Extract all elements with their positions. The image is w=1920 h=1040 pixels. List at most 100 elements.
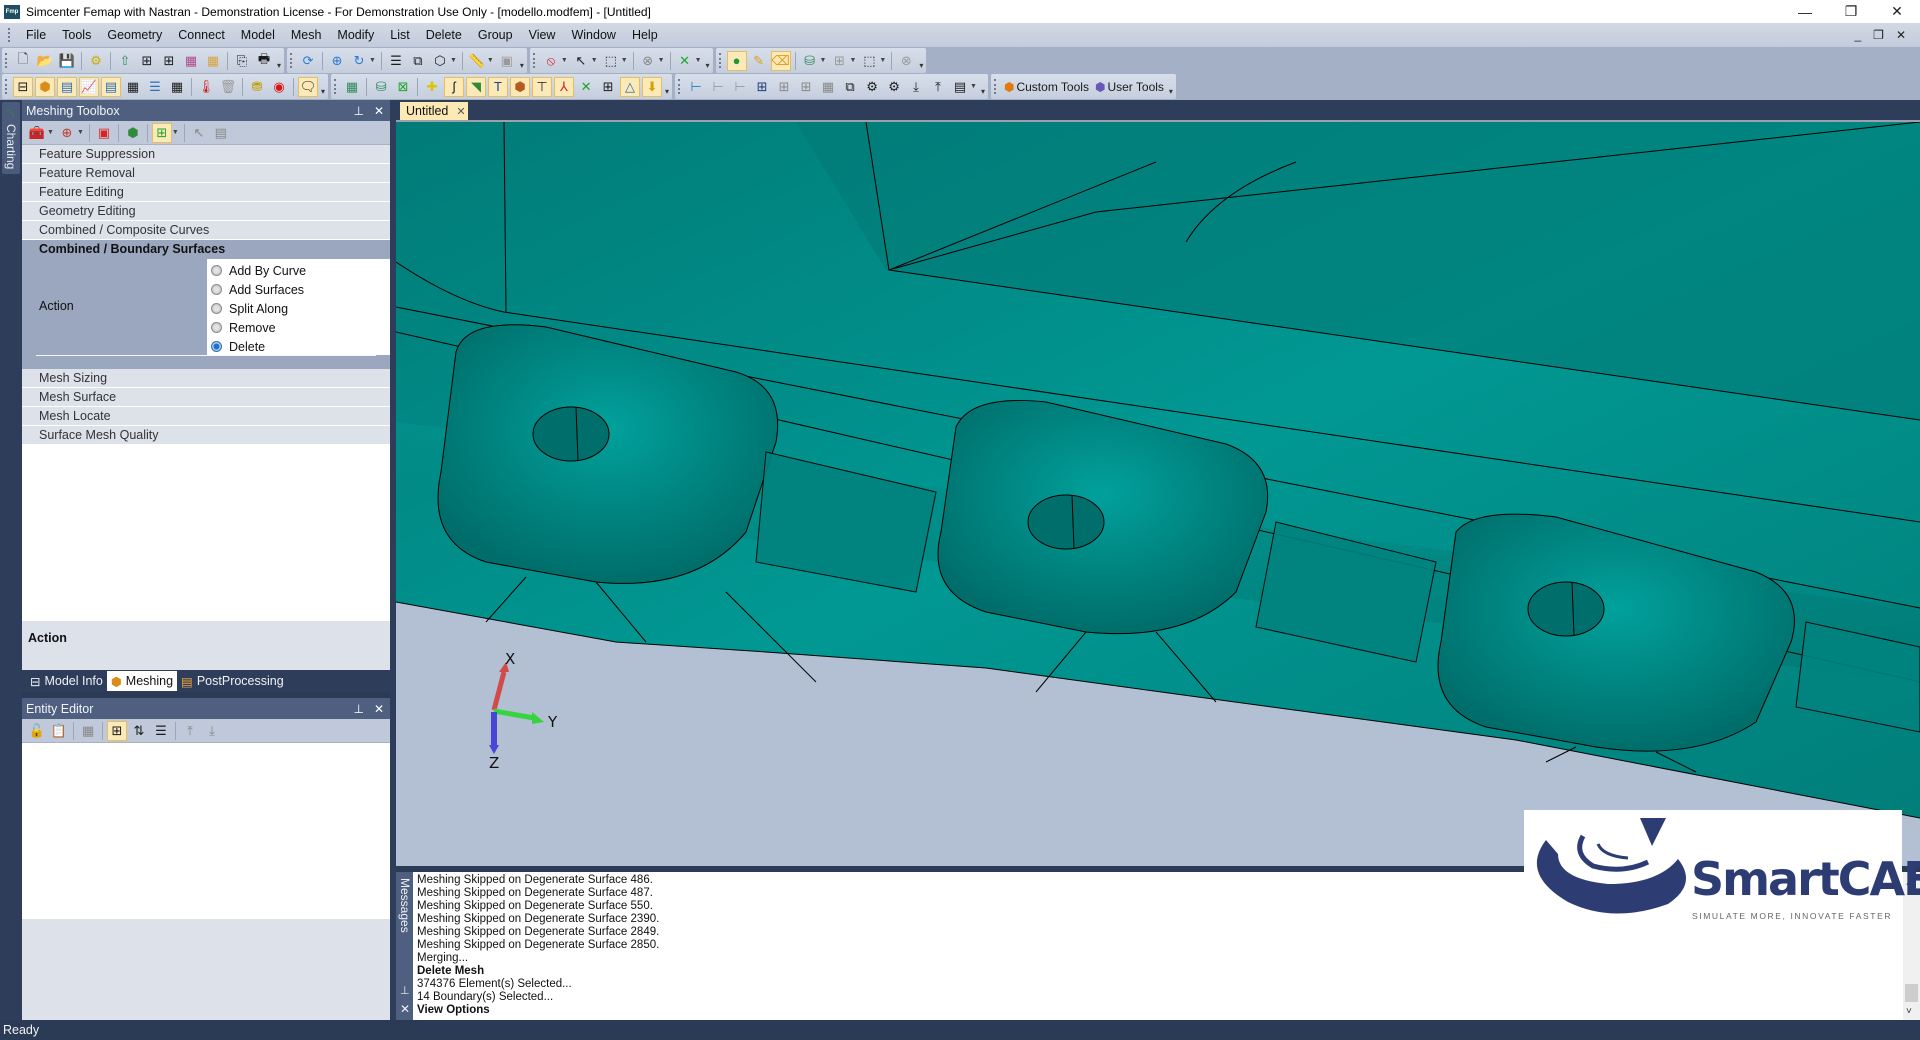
chevron-down-icon[interactable]: ▼ bbox=[47, 129, 54, 136]
pin-icon[interactable]: ⊥ bbox=[353, 104, 363, 118]
open-folder-icon[interactable]: 📂 bbox=[35, 51, 55, 71]
charting-tab[interactable]: 〽 Charting bbox=[2, 102, 20, 174]
view-style-cube-icon[interactable]: ⬡ bbox=[430, 51, 450, 71]
grid-edit-icon[interactable]: ⊞ bbox=[829, 51, 849, 71]
save-folder-icon[interactable]: ⤓ bbox=[202, 721, 222, 741]
charting-icon[interactable]: 📈 bbox=[79, 76, 99, 97]
import-geometry-icon[interactable]: ⇧ bbox=[115, 51, 135, 71]
file-folder-results-icon[interactable]: ▦ bbox=[203, 51, 223, 71]
mesh-delete-icon[interactable]: ⊠ bbox=[393, 77, 413, 97]
tab-postprocessing[interactable]: ▤ PostProcessing bbox=[177, 671, 288, 691]
dotted-box-edit-icon[interactable]: ⬚ bbox=[859, 51, 879, 71]
radio-add-surfaces[interactable]: Add Surfaces bbox=[207, 280, 390, 299]
mdi-restore-button[interactable]: ❐ bbox=[1873, 28, 1884, 42]
window-settings-2-icon[interactable]: ⚙ bbox=[884, 77, 904, 97]
section-feature-suppression[interactable]: Feature Suppression bbox=[22, 145, 390, 164]
print-icon[interactable]: 🖶 bbox=[254, 51, 274, 71]
calculator-icon[interactable]: ▦ bbox=[78, 721, 98, 741]
menu-geometry[interactable]: Geometry bbox=[99, 23, 170, 47]
toolbox-add-icon[interactable]: ⊕ bbox=[57, 123, 77, 143]
tab-meshing[interactable]: ⬢ Meshing bbox=[106, 671, 178, 691]
record-icon[interactable]: ◉ bbox=[269, 77, 289, 97]
chevron-down-icon[interactable]: ▼ bbox=[369, 57, 376, 64]
align-icon[interactable]: ⊢ bbox=[686, 77, 706, 97]
select-pointer-icon[interactable]: ↖ bbox=[571, 51, 591, 71]
menu-window[interactable]: Window bbox=[563, 23, 623, 47]
section-mesh-locate[interactable]: Mesh Locate bbox=[22, 407, 390, 426]
minimize-button[interactable]: — bbox=[1782, 0, 1828, 23]
clipboard-icon[interactable]: 📋 bbox=[49, 721, 69, 741]
radio-button-selected[interactable] bbox=[211, 341, 222, 352]
section-geometry-editing[interactable]: Geometry Editing bbox=[22, 202, 390, 221]
scrollbar-thumb[interactable] bbox=[1905, 984, 1918, 1002]
select-none-icon[interactable]: ⦸ bbox=[541, 51, 561, 71]
align-disabled-2-icon[interactable]: ⊢ bbox=[730, 77, 750, 97]
section-feature-removal[interactable]: Feature Removal bbox=[22, 164, 390, 183]
align-disabled-icon[interactable]: ⊢ bbox=[708, 77, 728, 97]
radio-button[interactable] bbox=[211, 322, 222, 333]
volume-mesh-icon[interactable]: ⬢ bbox=[510, 76, 531, 97]
zoom-window-icon[interactable]: ⊕ bbox=[327, 51, 347, 71]
menu-connect[interactable]: Connect bbox=[170, 23, 233, 47]
toolbar-overflow-icon[interactable]: ▾ bbox=[665, 87, 669, 99]
cross-green-icon[interactable]: ✕ bbox=[576, 77, 596, 97]
toolbar-overflow-icon[interactable]: ▾ bbox=[981, 87, 985, 99]
radio-button[interactable] bbox=[211, 284, 222, 295]
entity-display-icon[interactable]: ▣ bbox=[497, 51, 517, 71]
select-list-icon[interactable]: ▤ bbox=[211, 123, 231, 143]
toolbar-overflow-icon[interactable]: ▾ bbox=[706, 61, 710, 73]
pin-icon[interactable]: ⊥ bbox=[353, 702, 363, 716]
tile-views-3-icon[interactable]: ▦ bbox=[818, 77, 838, 97]
custom-tools-button[interactable]: ⬢ Custom Tools bbox=[1001, 77, 1092, 97]
section-feature-editing[interactable]: Feature Editing bbox=[22, 183, 390, 202]
curve-mesh-icon[interactable]: ʃ bbox=[444, 76, 465, 97]
measure-ruler-icon[interactable]: 📏 bbox=[467, 51, 487, 71]
menu-file[interactable]: File bbox=[18, 23, 54, 47]
solid-edit-icon[interactable]: ⛁ bbox=[800, 51, 820, 71]
new-window-icon[interactable]: ⧉ bbox=[840, 77, 860, 97]
mesh-control-icon[interactable]: △ bbox=[620, 76, 641, 97]
messages-icon[interactable]: 🗨 bbox=[298, 76, 318, 97]
thermal-icon[interactable]: 🌡 bbox=[196, 77, 216, 97]
mdi-close-button[interactable]: ✕ bbox=[1896, 28, 1906, 42]
tab-model-info[interactable]: ⊟ Model Info bbox=[26, 671, 107, 691]
coord-system-icon[interactable]: ⅄ bbox=[554, 76, 575, 97]
close-icon[interactable]: ✕ bbox=[374, 702, 384, 716]
regenerate-icon[interactable]: ⟳ bbox=[298, 51, 318, 71]
tile-views-2-icon[interactable]: ⊞ bbox=[796, 77, 816, 97]
expand-all-icon[interactable]: ☰ bbox=[151, 721, 171, 741]
toolbox-icon[interactable]: 🧰 bbox=[27, 123, 47, 143]
chevron-down-icon[interactable]: ▼ bbox=[172, 129, 179, 136]
section-combined-composite-curves[interactable]: Combined / Composite Curves bbox=[22, 221, 390, 240]
text-icon[interactable]: T bbox=[488, 76, 509, 97]
toolbar-overflow-icon[interactable]: ▾ bbox=[520, 61, 524, 73]
toolbar-grip[interactable] bbox=[334, 79, 337, 94]
window-settings-icon[interactable]: ⚙ bbox=[862, 77, 882, 97]
properties-icon[interactable]: ▤ bbox=[950, 77, 970, 97]
menu-mesh[interactable]: Mesh bbox=[283, 23, 330, 47]
section-mesh-surface[interactable]: Mesh Surface bbox=[22, 388, 390, 407]
menu-group[interactable]: Group bbox=[470, 23, 521, 47]
close-tab-icon[interactable]: ✕ bbox=[456, 105, 465, 118]
entity-editor-icon[interactable]: ▤ bbox=[101, 76, 121, 97]
tile-views-icon[interactable]: ⊞ bbox=[774, 77, 794, 97]
close-icon[interactable]: ✕ bbox=[400, 1002, 410, 1016]
pencil-icon[interactable]: ✎ bbox=[749, 51, 769, 71]
data-table-icon[interactable]: ▦ bbox=[123, 77, 143, 97]
radio-button[interactable] bbox=[211, 265, 222, 276]
save-icon[interactable]: 💾 bbox=[57, 51, 77, 71]
radio-delete[interactable]: Delete bbox=[207, 337, 390, 356]
chevron-down-icon[interactable]: ▼ bbox=[591, 57, 598, 64]
new-file-icon[interactable]: 🗋 bbox=[13, 51, 33, 71]
menu-model[interactable]: Model bbox=[233, 23, 283, 47]
select-arrow-icon[interactable]: ↖ bbox=[189, 123, 209, 143]
radio-button[interactable] bbox=[211, 303, 222, 314]
menu-tools[interactable]: Tools bbox=[54, 23, 99, 47]
toolbar-grip[interactable] bbox=[5, 79, 8, 94]
copy-picture-icon[interactable]: ⎘ bbox=[232, 51, 252, 71]
chevron-down-icon[interactable]: ▼ bbox=[658, 57, 665, 64]
document-tab-untitled[interactable]: Untitled ✕ bbox=[400, 102, 468, 120]
pin-icon[interactable]: ⊥ bbox=[400, 984, 410, 997]
download-icon[interactable]: ⤓ bbox=[906, 77, 926, 97]
entity-highlight-icon[interactable]: ⬢ bbox=[123, 123, 143, 143]
